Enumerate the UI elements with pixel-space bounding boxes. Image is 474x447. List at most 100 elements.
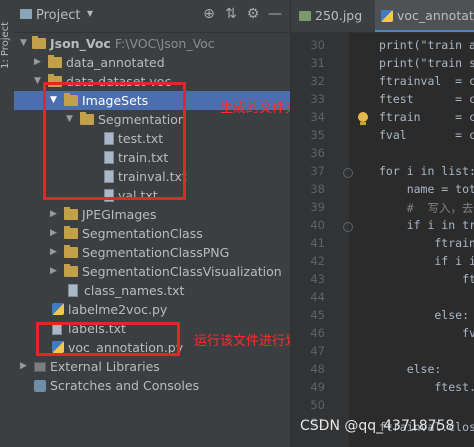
code-line[interactable]: ftrainval = c bbox=[379, 74, 474, 88]
tree-item-label: SegmentationClassPNG bbox=[82, 245, 230, 260]
fold-marker-icon[interactable] bbox=[343, 222, 353, 232]
tree-item-data-annotated[interactable]: ▶ data_annotated bbox=[14, 53, 290, 72]
project-view-dropdown[interactable]: ▾ bbox=[87, 6, 93, 20]
tree-item-label: class_names.txt bbox=[84, 283, 185, 298]
code-line[interactable]: if i in tra bbox=[379, 218, 474, 232]
expand-arrow-icon[interactable]: ▶ bbox=[20, 357, 30, 376]
line-number: 41 bbox=[310, 236, 325, 250]
line-number: 48 bbox=[310, 362, 325, 376]
tree-item-label: Json_Voc bbox=[50, 36, 111, 51]
library-icon bbox=[34, 362, 46, 372]
code-line[interactable]: ftrain = c bbox=[379, 110, 474, 124]
line-number: 46 bbox=[310, 326, 325, 340]
tab-label: voc_annotatio bbox=[397, 8, 474, 23]
tree-item-segmentation-class-png[interactable]: ▶ SegmentationClassPNG bbox=[14, 243, 290, 262]
tree-item-label: labelme2voc.py bbox=[68, 302, 168, 317]
tree-item-segmentation-class[interactable]: ▶ SegmentationClass bbox=[14, 224, 290, 243]
line-number: 42 bbox=[310, 254, 325, 268]
line-number: 38 bbox=[310, 182, 325, 196]
tree-item-label: JPEGImages bbox=[82, 207, 157, 222]
python-file-icon bbox=[52, 303, 64, 315]
annotation-box-script bbox=[36, 322, 180, 356]
tree-item-external-libraries[interactable]: ▶ External Libraries bbox=[14, 357, 290, 376]
line-number: 35 bbox=[310, 128, 325, 142]
fold-marker-icon[interactable] bbox=[343, 168, 353, 178]
code-line[interactable]: name = tota bbox=[379, 182, 474, 196]
text-file-icon bbox=[68, 284, 78, 297]
expand-arrow-icon[interactable]: ▶ bbox=[50, 262, 60, 281]
line-number: 44 bbox=[310, 290, 325, 304]
line-number: 45 bbox=[310, 308, 325, 322]
code-line[interactable]: # 写入，去 bbox=[379, 200, 474, 216]
annotation-box-generated bbox=[43, 82, 186, 200]
code-line[interactable]: if i in bbox=[379, 254, 474, 268]
line-number: 31 bbox=[310, 56, 325, 70]
line-number: 36 bbox=[310, 146, 325, 160]
project-toolbar: Project ▾ ⊕ ⇅ ⚙ — bbox=[14, 0, 290, 33]
project-panel: Project ▾ ⊕ ⇅ ⚙ — ▼ Json_Voc F:\VOC\Json… bbox=[14, 0, 368, 447]
code-line[interactable]: ftrainv bbox=[379, 236, 474, 250]
tree-item-jpegimages[interactable]: ▶ JPEGImages bbox=[14, 205, 290, 224]
watermark: CSDN @qq_43718758 bbox=[300, 418, 455, 434]
tree-item-scratches-and-consoles[interactable]: Scratches and Consoles bbox=[14, 376, 290, 395]
tree-item-labelme2voc-py[interactable]: labelme2voc.py bbox=[14, 300, 290, 319]
tree-item-label: SegmentationClass bbox=[82, 226, 203, 241]
tab-label: 250.jpg bbox=[315, 8, 363, 23]
tree-item-label: data_annotated bbox=[66, 55, 165, 70]
tab-voc-annotation[interactable]: voc_annotatio bbox=[375, 0, 474, 32]
line-number: 37 bbox=[310, 164, 325, 178]
expand-arrow-icon[interactable]: ▶ bbox=[50, 205, 60, 224]
line-number: 33 bbox=[310, 92, 325, 106]
tab-250-jpg[interactable]: 250.jpg bbox=[291, 0, 373, 32]
line-number: 50 bbox=[310, 398, 325, 412]
line-number: 43 bbox=[310, 272, 325, 286]
target-icon[interactable]: ⊕ bbox=[200, 6, 218, 22]
code-line[interactable]: print("train an bbox=[379, 38, 474, 52]
code-line[interactable]: ftest.w bbox=[379, 380, 474, 394]
code-line[interactable]: else: bbox=[379, 308, 469, 322]
line-number: 32 bbox=[310, 74, 325, 88]
tree-item-label: Scratches and Consoles bbox=[50, 378, 200, 393]
expand-arrow-icon[interactable]: ▶ bbox=[34, 53, 44, 72]
line-number: 40 bbox=[310, 218, 325, 232]
line-number: 34 bbox=[310, 110, 325, 124]
folder-icon bbox=[64, 207, 78, 220]
code-line[interactable]: print("train si bbox=[379, 56, 474, 70]
project-view-icon bbox=[20, 9, 32, 19]
code-line[interactable]: else: bbox=[379, 362, 442, 376]
lightbulb-icon[interactable] bbox=[357, 112, 369, 126]
gear-icon[interactable]: ⚙ bbox=[244, 6, 262, 22]
line-number: 47 bbox=[310, 344, 325, 358]
scratches-icon bbox=[34, 380, 46, 392]
folder-icon bbox=[64, 264, 78, 277]
folder-icon bbox=[64, 226, 78, 239]
tree-item-json-voc[interactable]: ▼ Json_Voc F:\VOC\Json_Voc bbox=[14, 34, 290, 53]
python-file-icon bbox=[381, 10, 393, 22]
folder-icon bbox=[32, 36, 46, 49]
minimize-icon[interactable]: — bbox=[266, 6, 284, 22]
code-line[interactable]: fva bbox=[379, 326, 474, 340]
line-number: 39 bbox=[310, 200, 325, 214]
expand-arrow-icon[interactable]: ▶ bbox=[50, 243, 60, 262]
tree-item-path: F:\VOC\Json_Voc bbox=[114, 36, 215, 51]
tree-item-segmentation-class-visualization[interactable]: ▶ SegmentationClassVisualization bbox=[14, 262, 290, 281]
code-line[interactable]: ftr bbox=[379, 272, 474, 286]
expand-arrow-icon[interactable]: ▼ bbox=[20, 34, 30, 53]
tree-item-label: SegmentationClassVisualization bbox=[82, 264, 282, 279]
code-line[interactable]: for i in list: bbox=[379, 164, 474, 178]
project-view-title[interactable]: Project bbox=[36, 8, 80, 23]
image-file-icon bbox=[299, 11, 311, 21]
expand-arrow-icon[interactable]: ▶ bbox=[50, 224, 60, 243]
line-number: 30 bbox=[310, 38, 325, 52]
line-number: 49 bbox=[310, 380, 325, 394]
tree-item-class-names-txt[interactable]: class_names.txt bbox=[14, 281, 290, 300]
tool-window-strip: 1: Project bbox=[0, 0, 15, 447]
collapse-icon[interactable]: ⇅ bbox=[222, 6, 240, 22]
editor-tab-bar: 250.jpg voc_annotatio bbox=[291, 0, 474, 33]
code-editor: 250.jpg voc_annotatio 30 31 32 33 34 35 … bbox=[290, 0, 474, 447]
code-line[interactable]: ftest = c bbox=[379, 92, 474, 106]
project-tool-button[interactable]: 1: Project bbox=[0, 10, 14, 80]
folder-icon bbox=[64, 245, 78, 258]
folder-icon bbox=[48, 55, 62, 68]
code-line[interactable]: fval = c bbox=[379, 128, 474, 142]
